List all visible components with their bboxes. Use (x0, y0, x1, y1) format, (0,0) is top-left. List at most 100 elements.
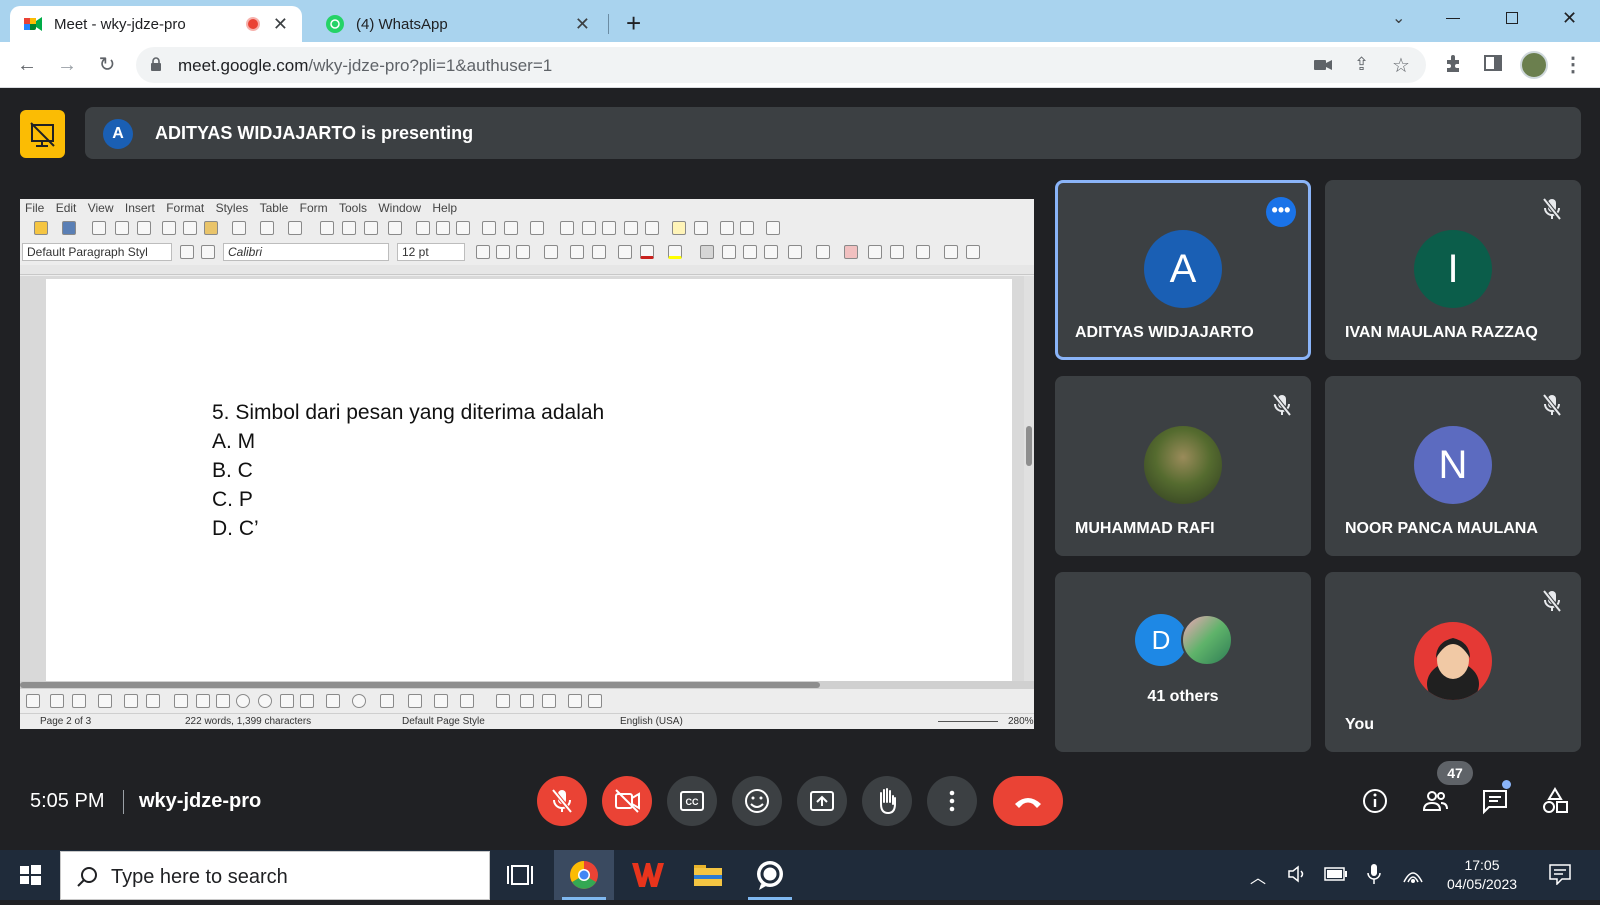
subscript-icon[interactable] (592, 245, 606, 259)
extensions-icon[interactable] (1442, 54, 1464, 76)
open-icon[interactable] (34, 221, 48, 235)
no-list-icon[interactable] (844, 245, 858, 259)
bullets-icon[interactable] (788, 245, 802, 259)
insert-textbox-icon[interactable] (456, 221, 470, 235)
chat-button[interactable] (1480, 780, 1511, 816)
track-changes-icon[interactable] (694, 221, 708, 235)
font-color-icon[interactable] (640, 245, 654, 259)
horizontal-scrollbar[interactable] (20, 681, 1034, 689)
new-style-icon[interactable] (201, 245, 215, 259)
more-options-icon[interactable]: ••• (1266, 197, 1296, 227)
bookmark-icon[interactable] (624, 221, 638, 235)
curve-icon[interactable] (98, 694, 112, 708)
start-button[interactable] (0, 850, 60, 900)
draw-line-icon[interactable] (50, 694, 64, 708)
italic-icon[interactable] (496, 245, 510, 259)
undo-icon[interactable] (260, 221, 274, 235)
document-page[interactable]: 5. Simbol dari pesan yang diterima adala… (46, 279, 1012, 681)
font-size-select[interactable]: 12 pt (397, 243, 465, 261)
polygon-icon[interactable] (124, 694, 138, 708)
notifications-icon[interactable] (1548, 863, 1572, 890)
select-icon[interactable] (26, 694, 40, 708)
menu-edit[interactable]: Edit (56, 201, 77, 215)
toggle-extrusion-icon[interactable] (588, 694, 602, 708)
save-icon[interactable] (62, 221, 76, 235)
footnote-icon[interactable] (582, 221, 596, 235)
present-button[interactable] (797, 776, 847, 826)
cut-icon[interactable] (162, 221, 176, 235)
freeform-icon[interactable] (146, 694, 160, 708)
camera-toggle-button[interactable] (602, 776, 652, 826)
close-window-button[interactable]: ✕ (1562, 8, 1577, 29)
textbox-draw-icon[interactable] (496, 694, 510, 708)
paste-icon[interactable] (204, 221, 218, 235)
insert-table-icon[interactable] (388, 221, 402, 235)
formatting-marks-icon[interactable] (364, 221, 378, 235)
side-panel-icon[interactable] (1482, 54, 1504, 76)
paragraph-style-select[interactable]: Default Paragraph Styl (22, 243, 172, 261)
clone-formatting-icon[interactable] (232, 221, 246, 235)
participant-tile-ivan[interactable]: I IVAN MAULANA RAZZAQ (1325, 180, 1581, 360)
taskbar-chrome[interactable] (554, 850, 614, 900)
horizontal-ruler[interactable] (20, 265, 1034, 275)
taskbar-chat-app[interactable] (740, 850, 800, 900)
document-canvas[interactable]: 5. Simbol dari pesan yang diterima adala… (20, 276, 1034, 681)
close-tab-icon[interactable]: ✕ (273, 14, 288, 35)
minimize-button[interactable] (1446, 18, 1460, 19)
page-style[interactable]: Default Page Style (402, 716, 485, 727)
new-tab-button[interactable]: + (626, 8, 641, 39)
back-icon[interactable]: ← (16, 54, 38, 76)
text-language[interactable]: English (USA) (620, 716, 683, 727)
raise-hand-button[interactable] (862, 776, 912, 826)
align-right-icon[interactable] (743, 245, 757, 259)
strikethrough-icon[interactable] (544, 245, 558, 259)
task-view-button[interactable] (490, 850, 550, 900)
captions-button[interactable]: CC (667, 776, 717, 826)
highlight-color-icon[interactable] (668, 245, 682, 259)
ellipse-icon[interactable] (236, 694, 250, 708)
menu-format[interactable]: Format (166, 201, 204, 215)
share-icon[interactable]: ⇪ (1354, 54, 1369, 75)
insert-field-icon[interactable] (504, 221, 518, 235)
more-options-button[interactable] (927, 776, 977, 826)
insert-chart-icon[interactable] (436, 221, 450, 235)
align-left-icon[interactable] (700, 245, 714, 259)
flowchart-icon[interactable] (460, 694, 474, 708)
triangle-icon[interactable] (280, 694, 294, 708)
align-center-icon[interactable] (722, 245, 736, 259)
draw-functions-icon[interactable] (766, 221, 780, 235)
system-clock[interactable]: 17:05 04/05/2023 (1437, 856, 1527, 894)
meeting-details-button[interactable] (1360, 786, 1390, 816)
circle-icon[interactable] (258, 694, 272, 708)
hyperlink-icon[interactable] (560, 221, 574, 235)
battery-icon[interactable] (1324, 867, 1348, 886)
show-hidden-icons[interactable]: ︿ (1250, 864, 1266, 888)
vertical-scrollbar[interactable] (1024, 276, 1034, 681)
bold-icon[interactable] (476, 245, 490, 259)
justify-icon[interactable] (764, 245, 778, 259)
basic-shapes-icon[interactable] (740, 221, 754, 235)
rounded-rectangle-icon[interactable] (196, 694, 210, 708)
word-count[interactable]: 222 words, 1,399 characters (185, 716, 311, 727)
wifi-icon[interactable] (1402, 864, 1424, 889)
decrease-indent-icon[interactable] (890, 245, 904, 259)
participant-tile-adityas[interactable]: ••• A ADITYAS WIDJAJARTO (1055, 180, 1311, 360)
rectangle-icon[interactable] (174, 694, 188, 708)
participant-tile-others[interactable]: D 41 others (1055, 572, 1311, 752)
taskbar-search-box[interactable]: Type here to search (60, 851, 490, 900)
mic-toggle-button[interactable] (537, 776, 587, 826)
forward-icon[interactable]: → (56, 54, 78, 76)
reload-icon[interactable]: ↻ (96, 54, 118, 76)
insert-frame-icon[interactable] (542, 694, 556, 708)
spelling-icon[interactable] (342, 221, 356, 235)
tab-meet[interactable]: Meet - wky-jdze-pro ✕ (10, 6, 302, 42)
line-icon[interactable] (720, 221, 734, 235)
taskbar-wps-office[interactable] (616, 850, 676, 900)
update-style-icon[interactable] (180, 245, 194, 259)
participant-tile-you[interactable]: You (1325, 572, 1581, 752)
activities-button[interactable] (1540, 786, 1570, 816)
comment-icon[interactable] (672, 221, 686, 235)
menu-form[interactable]: Form (300, 201, 328, 215)
insert-page-break-icon[interactable] (482, 221, 496, 235)
menu-table[interactable]: Table (260, 201, 289, 215)
